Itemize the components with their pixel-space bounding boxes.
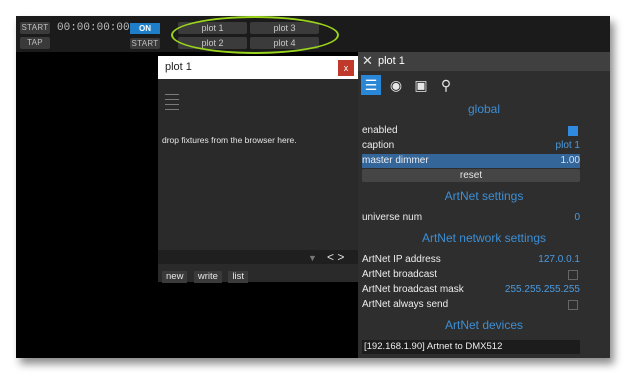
ip-value[interactable]: 127.0.0.1: [538, 253, 580, 267]
broadcast-mask-row: ArtNet broadcast mask 255.255.255.255: [362, 283, 580, 297]
ip-row: ArtNet IP address 127.0.0.1: [362, 253, 580, 267]
fixture-icon[interactable]: ◉: [386, 75, 406, 95]
broadcast-mask-label: ArtNet broadcast mask: [362, 284, 464, 295]
drop-hint: drop fixtures from the browser here.: [162, 135, 297, 145]
plot-window-title: plot 1: [165, 61, 192, 73]
reset-button[interactable]: reset: [362, 169, 580, 182]
frame-icon[interactable]: ▣: [411, 75, 431, 95]
plot-window-footer: new write list: [162, 266, 250, 284]
master-dimmer-row[interactable]: master dimmer 1.00: [362, 154, 580, 168]
tap-button[interactable]: TAP: [20, 37, 50, 49]
start-button[interactable]: START: [20, 22, 50, 34]
enabled-checkbox[interactable]: [568, 126, 578, 136]
broadcast-label: ArtNet broadcast: [362, 269, 438, 280]
new-button[interactable]: new: [162, 271, 188, 283]
device-item[interactable]: [192.168.1.90] Artnet to DMX512: [362, 340, 580, 354]
caption-label: caption: [362, 140, 395, 151]
master-dimmer-label: master dimmer: [362, 155, 429, 166]
universe-label: universe num: [362, 212, 423, 223]
sliders-icon[interactable]: ☰: [361, 75, 381, 95]
panel-title: plot 1: [378, 55, 405, 67]
plot-window-titlebar[interactable]: plot 1 x: [158, 56, 358, 79]
section-artnet-settings: ArtNet settings: [444, 189, 524, 203]
highlight-ellipse: [171, 16, 339, 54]
universe-row: universe num 0: [362, 211, 580, 225]
prev-next-arrows-icon[interactable]: < >: [327, 250, 344, 264]
close-icon[interactable]: ✕: [362, 53, 373, 69]
broadcast-mask-value[interactable]: 255.255.255.255: [505, 283, 580, 297]
always-send-label: ArtNet always send: [362, 299, 449, 310]
always-send-checkbox[interactable]: [568, 300, 578, 310]
timecode-display: 00:00:00:00: [57, 22, 130, 34]
close-icon[interactable]: x: [338, 60, 354, 76]
universe-value[interactable]: 0: [574, 211, 580, 225]
broadcast-checkbox[interactable]: [568, 270, 578, 280]
ip-label: ArtNet IP address: [362, 254, 441, 265]
on-button[interactable]: ON: [130, 23, 160, 34]
triangle-down-icon[interactable]: ▼: [308, 253, 317, 263]
start-secondary-button[interactable]: START: [130, 38, 160, 49]
properties-panel: ✕ plot 1 ☰ ◉ ▣ ⚲ global enabled caption …: [358, 52, 610, 358]
caption-value[interactable]: plot 1: [556, 139, 580, 153]
section-global: global: [467, 102, 501, 116]
plot-window: plot 1 x drop fixtures from the browser …: [158, 56, 358, 284]
section-artnet-network: ArtNet network settings: [421, 231, 547, 245]
pin-icon[interactable]: ⚲: [436, 75, 456, 95]
plot-window-navbar: ▼ < >: [158, 250, 358, 264]
write-button[interactable]: write: [193, 271, 222, 283]
enabled-row: enabled: [362, 124, 580, 138]
always-send-row: ArtNet always send: [362, 298, 580, 312]
master-dimmer-value[interactable]: 1.00: [561, 154, 580, 168]
panel-header: ✕ plot 1: [358, 52, 610, 71]
list-button[interactable]: list: [228, 271, 249, 283]
caption-row: caption plot 1: [362, 139, 580, 153]
enabled-label: enabled: [362, 125, 398, 136]
menu-icon[interactable]: [165, 94, 179, 114]
section-artnet-devices: ArtNet devices: [444, 318, 524, 332]
broadcast-row: ArtNet broadcast: [362, 268, 580, 282]
